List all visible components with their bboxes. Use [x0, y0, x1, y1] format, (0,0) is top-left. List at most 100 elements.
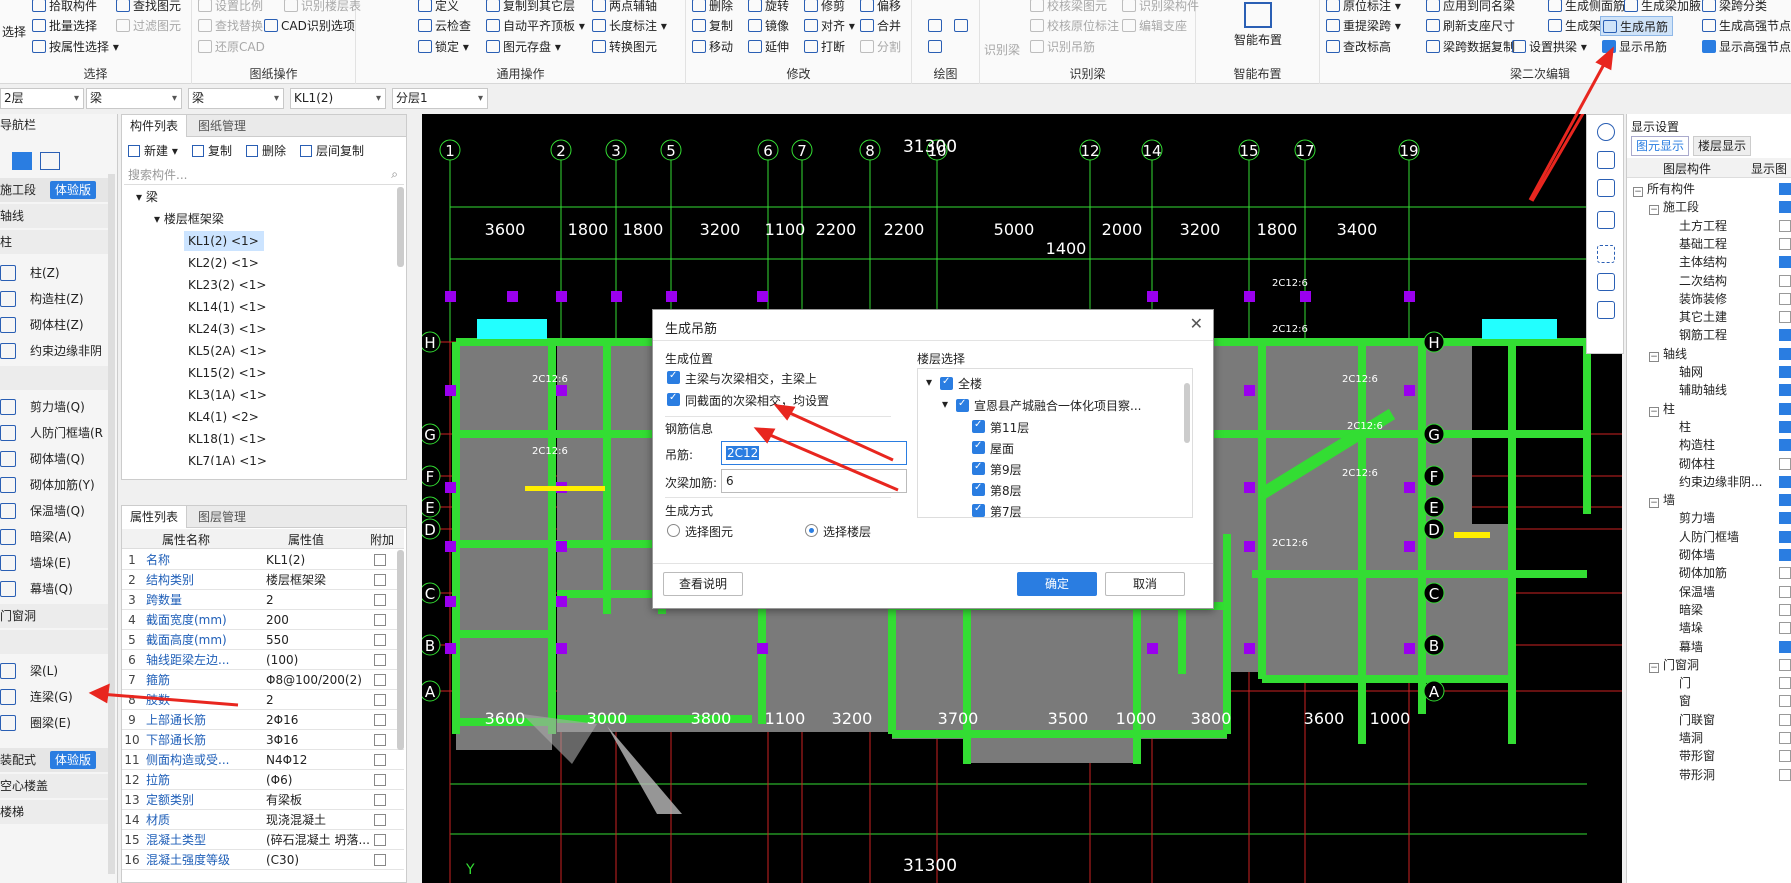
tree-item[interactable]: KL4(1) <2> [188, 407, 259, 427]
nav-item-coupling-beam[interactable]: 连梁(G) [0, 684, 110, 710]
break-button[interactable]: 打断 [802, 37, 845, 57]
copy-button[interactable]: 复制 [690, 16, 733, 36]
attach-checkbox[interactable] [374, 594, 386, 606]
show-hs-node-toggle[interactable]: 显示高强节点 [1700, 37, 1791, 57]
component-combo[interactable]: KL1(2) [290, 88, 386, 109]
orbit-icon[interactable] [1597, 123, 1615, 141]
prop-scrollbar[interactable] [397, 550, 404, 750]
nav-item-masonry-wall[interactable]: 砌体墙(Q) [0, 446, 110, 472]
attach-checkbox[interactable] [374, 634, 386, 646]
attach-checkbox[interactable] [374, 794, 386, 806]
offset-button[interactable]: 偏移 [858, 0, 901, 16]
subtype-combo[interactable]: 梁 [188, 88, 284, 109]
display-checkbox[interactable] [1779, 347, 1791, 360]
display-checkbox[interactable] [1779, 457, 1791, 470]
display-checkbox[interactable] [1779, 329, 1791, 342]
display-checkbox[interactable] [1779, 732, 1791, 744]
nav-section-openings[interactable]: 门窗洞 [0, 604, 110, 628]
display-checkbox[interactable] [1779, 713, 1791, 726]
attach-checkbox[interactable] [374, 614, 386, 626]
collapse-icon[interactable]: − [1649, 351, 1659, 362]
attach-checkbox[interactable] [374, 674, 386, 686]
display-settings-icon[interactable] [1597, 301, 1615, 319]
nav-item-masonry-rebar[interactable]: 砌体加筋(Y) [0, 472, 110, 498]
rect-tool-button[interactable] [952, 16, 971, 36]
table-row[interactable]: 2 结构类别 楼层框架梁 [122, 570, 404, 590]
nav-item-column[interactable]: 柱(Z) [0, 260, 110, 286]
tree-item[interactable]: KL1(2) <1> [184, 231, 264, 251]
display-checkbox[interactable] [1779, 439, 1791, 452]
opt1-checkbox[interactable] [667, 370, 680, 384]
gen-hanger-button[interactable]: 生成吊筋 [1600, 16, 1674, 36]
nav-section-hollow[interactable]: 空心楼盖 [0, 774, 110, 798]
table-row[interactable]: 16 混凝土强度等级 (C30) [122, 850, 404, 870]
layer-combo[interactable]: 分层1 [392, 88, 488, 109]
nav-item-insulation-wall[interactable]: 保温墙(Q) [0, 498, 110, 524]
nav-section-axis[interactable]: 轴线 [0, 204, 110, 228]
split-button[interactable]: 分割 [858, 37, 901, 57]
type-combo[interactable]: 梁 [86, 88, 182, 109]
hanger-input[interactable]: 2C12 [721, 441, 907, 465]
new-button[interactable]: 新建 ▾ [128, 141, 178, 161]
display-checkbox[interactable] [1779, 622, 1791, 635]
lock-button[interactable]: 锁定 ▾ [416, 37, 469, 57]
table-row[interactable]: 13 定额类别 有梁板 [122, 790, 404, 810]
grid-view-icon[interactable] [40, 152, 60, 170]
length-dim-button[interactable]: 长度标注 ▾ [590, 16, 667, 36]
delete-button[interactable]: 删除 [690, 0, 733, 16]
refresh-support-button[interactable]: 刷新支座尺寸 [1424, 16, 1515, 36]
select-large-button[interactable]: 选择 [0, 22, 26, 42]
display-checkbox[interactable] [1779, 274, 1791, 287]
nav-item-wall-stack[interactable]: 墙垛(E) [0, 550, 110, 576]
nav-item-curtain-wall[interactable]: 幕墙(Q) [0, 576, 110, 602]
nav-item-ring-beam[interactable]: 圈梁(E) [0, 710, 110, 736]
rotate-button[interactable]: 旋转 [746, 0, 789, 16]
nav-section-prefab[interactable]: 装配式 体验版 [0, 748, 110, 772]
copy-to-floor-button[interactable]: 复制到其它层 [484, 0, 575, 16]
display-checkbox[interactable] [1779, 201, 1791, 214]
display-checkbox[interactable] [1779, 475, 1791, 488]
floor-checkbox[interactable] [972, 440, 985, 454]
tree-item[interactable]: KL24(3) <1> [188, 319, 266, 339]
apply-same-beam-button[interactable]: 应用到同名梁 [1424, 0, 1515, 16]
display-checkbox[interactable] [1779, 567, 1791, 580]
attach-checkbox[interactable] [374, 734, 386, 746]
nav-section-stair[interactable]: 楼梯 [0, 800, 110, 824]
display-checkbox[interactable] [1779, 768, 1791, 781]
tree-item[interactable]: KL7(1A) <1> [188, 451, 267, 465]
nav-scrollbar[interactable] [108, 174, 115, 874]
display-checkbox[interactable] [1779, 585, 1791, 598]
tab-component-list[interactable]: 构件列表 [122, 115, 188, 137]
display-checkbox[interactable] [1779, 366, 1791, 378]
attach-checkbox[interactable] [374, 814, 386, 826]
cube-solid-icon[interactable] [1597, 211, 1615, 229]
3d-view-icon[interactable] [1597, 151, 1615, 169]
gen-side-rebar-button[interactable]: 生成侧面筋 [1546, 0, 1625, 16]
radio-select-floor[interactable] [805, 524, 818, 537]
display-checkbox[interactable] [1779, 658, 1791, 671]
find-replace-button[interactable]: 查找替换 [196, 16, 263, 36]
display-checkbox[interactable] [1779, 640, 1791, 653]
nav-item-civil-door-wall[interactable]: 人防门框墙(R [0, 420, 110, 446]
move-button[interactable]: 移动 [690, 37, 733, 57]
nav-item-hidden-beam[interactable]: 暗梁(A) [0, 524, 110, 550]
attach-checkbox[interactable] [374, 714, 386, 726]
nav-item-beam[interactable]: 梁(L) [0, 658, 110, 684]
cube-icon[interactable] [1597, 179, 1615, 197]
display-checkbox[interactable] [1779, 183, 1791, 195]
display-checkbox[interactable] [1779, 530, 1791, 543]
tree-item[interactable]: KL23(2) <1> [188, 275, 266, 295]
pick-component-button[interactable]: 拾取构件 [30, 0, 97, 16]
arc-tool-button[interactable] [926, 37, 945, 57]
display-checkbox[interactable] [1779, 311, 1791, 324]
line-tool-button[interactable] [926, 16, 945, 36]
table-row[interactable]: 14 材质 现浇混凝土 [122, 810, 404, 830]
display-checkbox[interactable] [1779, 512, 1791, 525]
convert-element-button[interactable]: 转换图元 [590, 37, 657, 57]
display-checkbox[interactable] [1779, 402, 1791, 415]
extend-button[interactable]: 延伸 [746, 37, 789, 57]
expand-icon[interactable]: ▾ [926, 375, 932, 389]
floor-checkbox[interactable] [940, 376, 953, 390]
find-element-button[interactable]: 查找图元 [114, 0, 181, 16]
nav-item-shear-wall[interactable]: 剪力墙(Q) [0, 394, 110, 420]
